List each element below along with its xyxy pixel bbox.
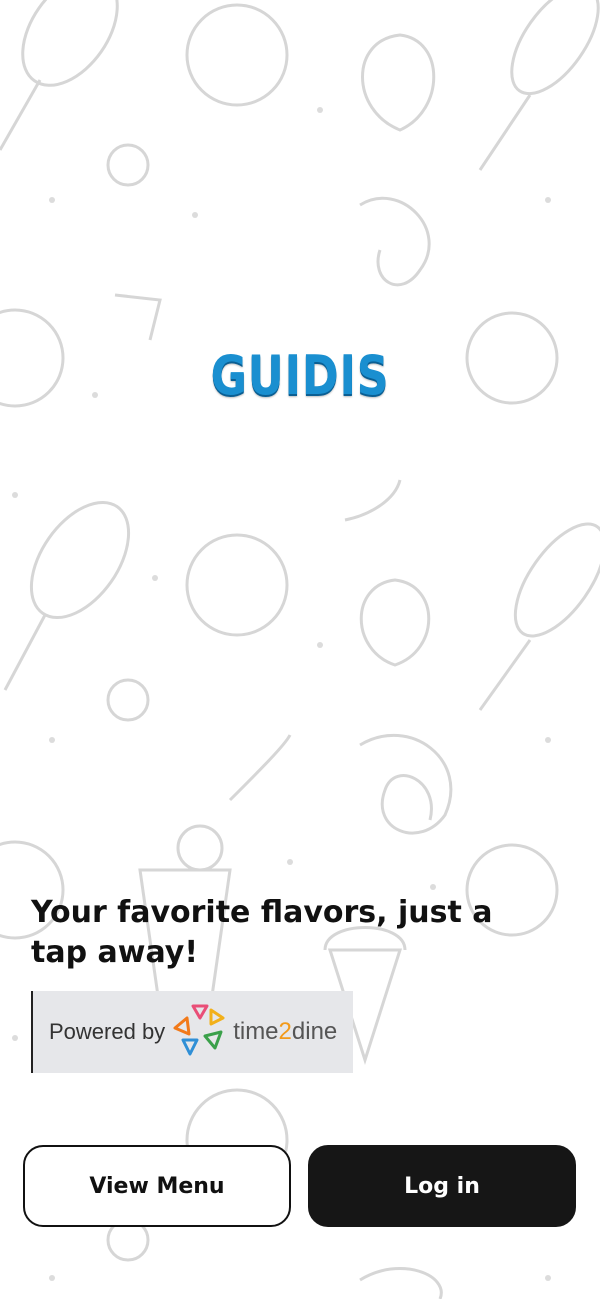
time2dine-brand: time2dine	[233, 1018, 338, 1045]
restaurant-logo: GUIDIS	[150, 330, 450, 420]
login-button[interactable]: Log in	[308, 1145, 576, 1227]
powered-by-banner: Powered by time2dine	[31, 991, 353, 1073]
powered-by-label: Powered by	[49, 1019, 166, 1044]
restaurant-logo-text: GUIDIS	[210, 343, 390, 407]
welcome-tagline: Your favorite flavors, just a tap away!	[31, 895, 493, 970]
view-menu-button[interactable]: View Menu	[23, 1145, 291, 1227]
time2dine-logo-icon	[173, 1004, 225, 1056]
food-doodle-background	[0, 0, 600, 1299]
